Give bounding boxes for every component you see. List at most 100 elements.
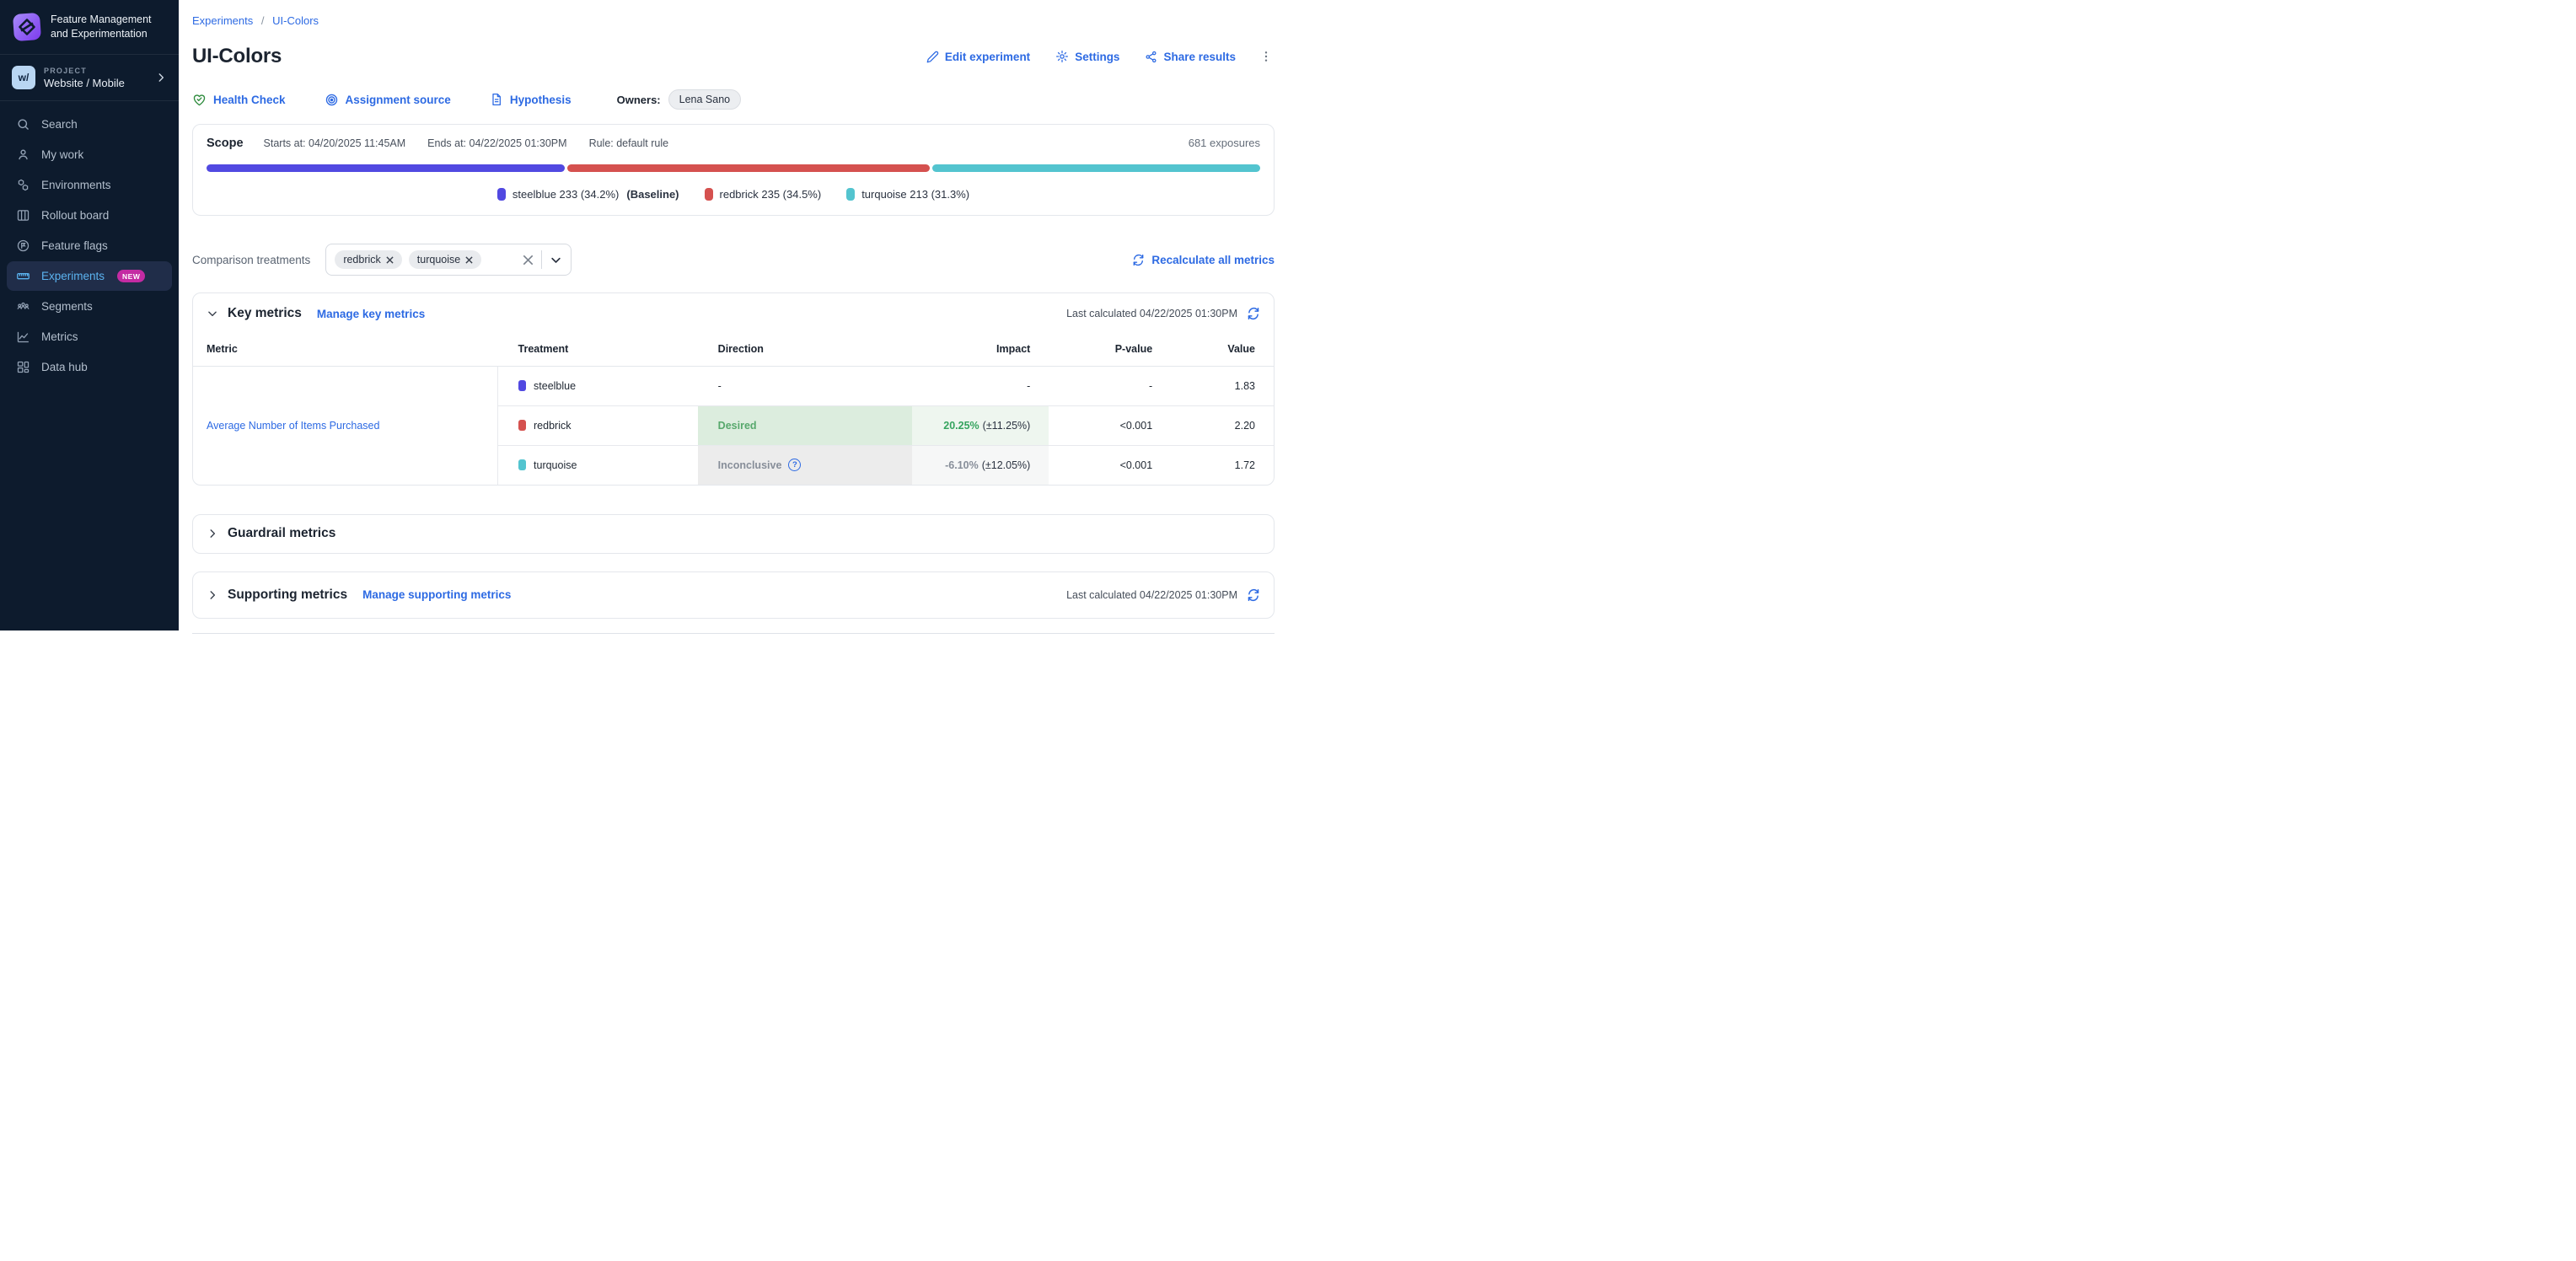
collapse-chevron-right-icon[interactable] [207, 589, 218, 601]
remove-chip-icon[interactable] [465, 256, 473, 264]
remove-chip-icon[interactable] [386, 256, 394, 264]
select-divider [541, 250, 542, 269]
pvalue-cell: <0.001 [1049, 445, 1171, 485]
key-metrics-title: Key metrics [228, 306, 302, 321]
baseline-tag: (Baseline) [626, 188, 679, 201]
col-header-treatment: Treatment [498, 332, 698, 366]
impact-cell: - [912, 366, 1049, 405]
settings-button[interactable]: Settings [1055, 50, 1119, 63]
manage-supporting-metrics-link[interactable]: Manage supporting metrics [362, 588, 511, 601]
app-title: Feature Management and Experimentation [51, 13, 167, 41]
recalculate-all-metrics-button[interactable]: Recalculate all metrics [1132, 254, 1275, 266]
impact-cell: 20.25%(±11.25%) [912, 405, 1049, 445]
person-icon [16, 148, 30, 162]
hypothesis-link[interactable]: Hypothesis [490, 93, 572, 106]
sidebar-item-search[interactable]: Search [7, 110, 172, 139]
edit-experiment-button[interactable]: Edit experiment [926, 51, 1030, 63]
owner-pill[interactable]: Lena Sano [668, 89, 741, 110]
last-calculated-label: Last calculated 04/22/2025 01:30PM [1066, 589, 1237, 601]
flag-circle-icon [16, 239, 30, 253]
chevron-right-icon [155, 72, 167, 83]
bar-segment-steelblue [207, 164, 565, 172]
manage-key-metrics-link[interactable]: Manage key metrics [317, 308, 425, 320]
refresh-icon[interactable] [1247, 588, 1260, 602]
legend-item-steelblue: steelblue 233 (34.2%) (Baseline) [497, 188, 679, 201]
health-check-link[interactable]: Health Check [192, 93, 286, 107]
exposure-distribution-bar [207, 164, 1260, 172]
experiment-meta-row: Health Check Assignment source Hypothesi… [192, 89, 1275, 110]
bar-segment-turquoise [932, 164, 1260, 172]
scope-rule: Rule: default rule [589, 137, 669, 149]
value-cell: 1.72 [1171, 445, 1274, 485]
collapse-chevron-right-icon[interactable] [207, 528, 218, 539]
value-cell: 1.83 [1171, 366, 1274, 405]
legend-item-redbrick: redbrick 235 (34.5%) [705, 188, 822, 201]
sidebar-item-label: Search [41, 118, 78, 131]
scope-title: Scope [207, 137, 244, 150]
breadcrumb-current-link[interactable]: UI-Colors [272, 14, 319, 27]
sidebar-item-label: Rollout board [41, 209, 109, 222]
legend-marker [846, 188, 855, 201]
brand[interactable]: Feature Management and Experimentation [0, 0, 179, 55]
more-options-button[interactable] [1258, 49, 1275, 64]
board-columns-icon [16, 208, 30, 223]
col-header-pvalue: P-value [1049, 332, 1171, 366]
treatment-marker [518, 459, 526, 470]
sidebar-item-metrics[interactable]: Metrics [7, 322, 172, 351]
breadcrumb-separator: / [261, 14, 265, 27]
new-badge: NEW [117, 270, 145, 282]
treatments-select[interactable]: redbrick turquoise [325, 244, 572, 276]
clear-all-icon[interactable] [523, 255, 534, 266]
data-hub-icon [16, 360, 30, 374]
search-icon [16, 117, 30, 131]
sidebar-item-label: Experiments [41, 270, 105, 282]
project-avatar: w/ [12, 66, 35, 89]
sidebar-item-environments[interactable]: Environments [7, 170, 172, 200]
sidebar-item-my-work[interactable]: My work [7, 140, 172, 169]
project-switcher[interactable]: w/ PROJECT Website / Mobile [0, 55, 179, 101]
sidebar-item-feature-flags[interactable]: Feature flags [7, 231, 172, 260]
share-icon [1145, 51, 1157, 63]
guardrail-metrics-card: Guardrail metrics [192, 514, 1275, 554]
share-results-button[interactable]: Share results [1145, 51, 1236, 63]
chevron-down-icon[interactable] [550, 254, 562, 266]
sidebar-item-label: Segments [41, 300, 93, 313]
supporting-metrics-card: Supporting metrics Manage supporting met… [192, 571, 1275, 619]
sidebar-nav: Search My work Environments Rollout boar… [0, 101, 179, 391]
hexagons-icon [16, 178, 30, 192]
sidebar-item-segments[interactable]: Segments [7, 292, 172, 321]
legend-marker [705, 188, 713, 201]
metric-name-link[interactable]: Average Number of Items Purchased [207, 420, 379, 432]
help-icon[interactable]: ? [788, 459, 801, 471]
last-calculated-label: Last calculated 04/22/2025 01:30PM [1066, 308, 1237, 319]
main-content: Experiments / UI-Colors UI-Colors Edit e… [179, 0, 1288, 630]
owners-label: Owners: [617, 94, 661, 106]
comparison-label: Comparison treatments [192, 254, 310, 266]
kebab-icon [1259, 49, 1273, 64]
guardrail-metrics-title: Guardrail metrics [228, 526, 335, 541]
refresh-icon[interactable] [1247, 307, 1260, 320]
sidebar-item-data-hub[interactable]: Data hub [7, 352, 172, 382]
app-root: Feature Management and Experimentation w… [0, 0, 1288, 630]
sidebar-item-experiments[interactable]: Experiments NEW [7, 261, 172, 291]
sidebar-item-label: Metrics [41, 330, 78, 343]
split-logo-icon [12, 12, 42, 42]
key-metrics-card: Key metrics Manage key metrics Last calc… [192, 292, 1275, 486]
key-metrics-table: Metric Treatment Direction Impact P-valu… [193, 332, 1274, 485]
exposures-count: 681 exposures [1189, 137, 1260, 149]
col-header-value: Value [1171, 332, 1274, 366]
sidebar: Feature Management and Experimentation w… [0, 0, 179, 630]
breadcrumb-experiments-link[interactable]: Experiments [192, 14, 253, 27]
collapse-chevron-down-icon[interactable] [207, 308, 218, 319]
chip-turquoise: turquoise [409, 250, 481, 269]
sidebar-item-label: Feature flags [41, 239, 108, 252]
col-header-direction: Direction [698, 332, 912, 366]
assignment-source-link[interactable]: Assignment source [325, 93, 451, 107]
target-icon [325, 93, 339, 107]
page-header: UI-Colors Edit experiment Settings Share… [192, 45, 1275, 68]
value-cell: 2.20 [1171, 405, 1274, 445]
scope-card: Scope Starts at: 04/20/2025 11:45AM Ends… [192, 124, 1275, 216]
pvalue-cell: <0.001 [1049, 405, 1171, 445]
sidebar-item-rollout-board[interactable]: Rollout board [7, 201, 172, 230]
sidebar-item-label: Data hub [41, 361, 88, 373]
